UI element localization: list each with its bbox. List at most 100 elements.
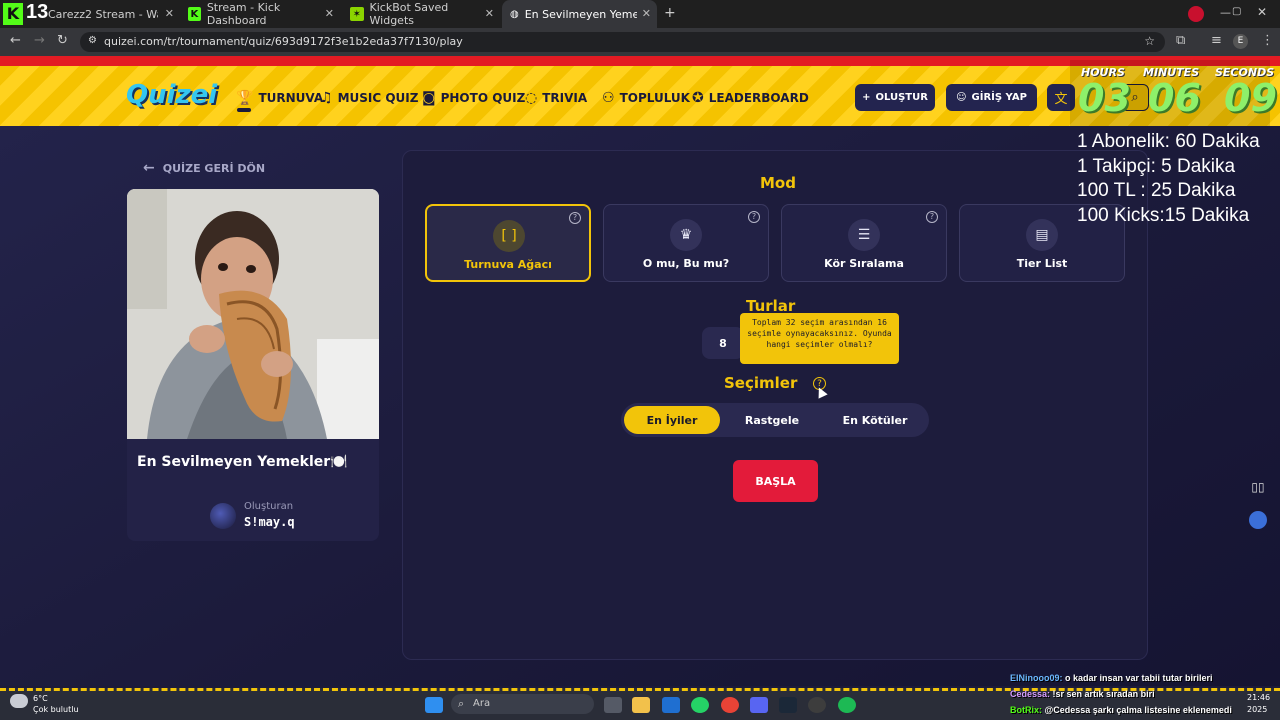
login-button[interactable]: ☺ GİRİŞ YAP [946,84,1037,111]
timer-seconds-value: 09 [1224,76,1277,120]
close-icon[interactable]: ✕ [325,7,334,20]
tab-label: Stream - Kick Dashboard [206,1,281,27]
nav-photo-quiz[interactable]: ◙ PHOTO QUIZ [422,90,525,106]
start-button[interactable]: BAŞLA [733,460,818,502]
mode-turnuva-agaci[interactable]: [ ] Turnuva Ağacı ? [425,204,591,282]
choice-en-iyiler[interactable]: En İyiler [624,406,720,434]
spotify-icon[interactable] [838,697,856,713]
nav-music-quiz[interactable]: ♫ MUSIC QUIZ [320,90,418,106]
close-icon[interactable]: ✕ [642,7,651,20]
create-button-label: OLUŞTUR [875,92,928,103]
reading-list-icon[interactable]: ≡ [1211,33,1222,48]
tab-kick-stream[interactable]: Carezz2 Stream - Watch Live on ✕ [40,0,180,28]
creator-name[interactable]: S!may.q [244,515,295,529]
help-circle-icon[interactable]: ? [926,211,938,223]
list-rows-icon: ▤ [1026,219,1058,251]
nav-leaderboard[interactable]: ✪ LEADERBOARD [692,90,809,106]
weather-icon[interactable] [10,694,28,708]
nav-active-indicator [237,108,251,112]
tab-quizei[interactable]: ◍ En Sevilmeyen Yemekler🍽️ - Ti ✕ [502,0,657,28]
creator-avatar[interactable] [210,503,236,529]
windows-start-icon[interactable] [425,697,443,713]
crown-icon: ♛ [670,219,702,251]
quiz-card [127,189,379,541]
rate-line: 100 TL : 25 Dakika [1077,180,1236,201]
chat-message: ElNinooo09: o kadar insan var tabii tuta… [1010,670,1280,686]
speech-bubble-icon: ◌ [525,90,538,106]
chat-overlay: ElNinooo09: o kadar insan var tabii tuta… [1010,670,1280,718]
bookmark-star-icon[interactable]: ☆ [1144,34,1155,48]
kick-icon: K [188,7,201,21]
camera-icon: ◙ [422,90,436,106]
kickbot-icon: ✶ [350,7,364,21]
timer-hours-value: 03 [1078,76,1131,120]
create-button[interactable]: + OLUŞTUR [855,84,935,111]
chat-message: BotRix: @Cedessa şarkı çalma listesine e… [1010,702,1280,718]
nav-label: TURNUVA [258,91,324,105]
obs-icon[interactable] [808,697,826,713]
chat-user: BotRix: [1010,705,1042,715]
outlook-icon[interactable] [662,697,680,713]
rate-line: 1 Takipçi: 5 Dakika [1077,156,1236,177]
reload-icon[interactable]: ↻ [57,33,68,48]
profile-avatar[interactable]: E [1233,34,1248,49]
mode-label: Kör Sıralama [824,257,904,270]
steam-icon[interactable] [779,697,797,713]
close-icon[interactable]: ✕ [485,7,494,20]
plus-icon: + [862,92,871,103]
nav-topluluk[interactable]: ⚇ TOPLULUK [602,90,690,106]
mode-o-mu-bu-mu[interactable]: ♛ O mu, Bu mu? ? [603,204,769,282]
chrome-extension-icon[interactable] [1249,511,1267,529]
tab-label: Carezz2 Stream - Watch Live on [48,7,158,21]
quizei-logo[interactable]: Quizei [126,80,217,110]
forward-arrow-icon[interactable]: → [34,33,45,48]
tab-kick-dashboard[interactable]: K Stream - Kick Dashboard ✕ [180,0,340,28]
new-tab-plus-icon[interactable]: + [664,5,676,21]
choice-rastgele[interactable]: Rastgele [724,406,820,434]
nav-label: LEADERBOARD [708,91,809,105]
nav-label: TOPLULUK [619,91,690,105]
help-circle-icon[interactable]: ? [569,212,581,224]
mode-kor-siralama[interactable]: ☰ Kör Sıralama ? [781,204,947,282]
close-window-icon[interactable]: ✕ [1257,5,1267,19]
chrome-icon[interactable] [721,697,739,713]
book-icon[interactable]: ▯▯ [1249,480,1267,498]
whatsapp-icon[interactable] [691,697,709,713]
choice-en-kotuler[interactable]: En Kötüler [824,406,926,434]
extension-icon[interactable] [1188,6,1204,22]
task-view-icon[interactable] [604,697,622,713]
bracket-icon: [ ] [493,220,525,252]
nav-label: PHOTO QUIZ [440,91,526,105]
kick-logo: K [3,3,23,25]
file-explorer-icon[interactable] [632,697,650,713]
nav-turnuva[interactable]: 🏆 TURNUVA [236,90,323,106]
help-circle-icon[interactable]: ? [748,211,760,223]
menu-kebab-icon[interactable]: ⋮ [1261,33,1274,48]
mode-label: Tier List [1016,257,1068,270]
discord-icon[interactable] [750,697,768,713]
back-to-quiz-link[interactable]: ← QUİZE GERİ DÖN [143,160,265,176]
chat-message: Cedessa: !sr sen artık sıradan biri [1010,686,1280,702]
url-field[interactable]: ⚙ quizei.com/tr/tournament/quiz/693d9172… [80,32,1165,52]
back-arrow-icon[interactable]: ← [10,33,21,48]
chat-text: o kadar insan var tabii tutar birileri [1062,673,1213,683]
close-icon[interactable]: ✕ [165,7,174,20]
chat-text: !sr sen artık sıradan biri [1050,689,1155,699]
chat-text: @Cedessa şarkı çalma listesine eklenemed… [1042,705,1232,715]
quiz-title: En Sevilmeyen Yemekler🍽️ [137,454,348,470]
nav-trivia[interactable]: ◌ TRIVIA [525,90,587,106]
rate-line: 100 Kicks:15 Dakika [1077,205,1250,226]
extensions-puzzle-icon[interactable]: ⧉ [1176,33,1185,48]
tab-label: En Sevilmeyen Yemekler🍽️ - Ti [524,7,637,21]
site-info-icon[interactable]: ⚙ [88,35,97,46]
back-label: QUİZE GERİ DÖN [162,161,266,175]
trophy-icon: 🏆 [236,90,254,106]
taskbar-search[interactable]: ⌕ Ara [451,694,594,714]
maximize-icon[interactable]: ▢ [1228,6,1241,17]
choices-title: Seçimler [724,374,798,392]
rounds-selector[interactable]: 8 [702,327,744,359]
mode-label: Turnuva Ağacı [464,258,552,271]
child-eating-bread-photo [127,189,379,439]
tab-kickbot-widgets[interactable]: ✶ KickBot Saved Widgets ✕ [342,0,500,28]
music-note-icon: ♫ [320,90,333,106]
